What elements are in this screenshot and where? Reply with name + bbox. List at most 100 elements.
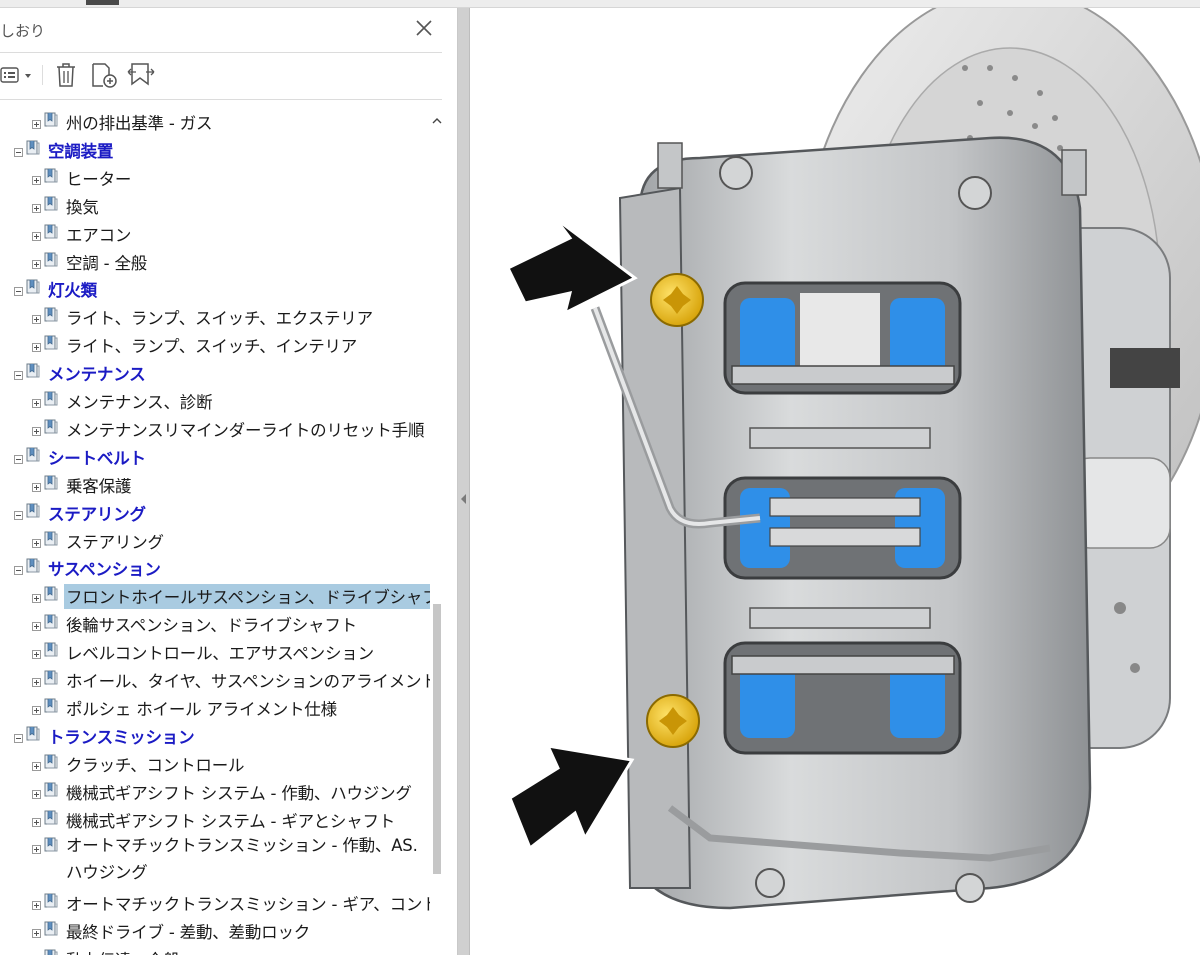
expand-toggle-icon[interactable] — [32, 421, 41, 436]
expand-toggle-icon[interactable] — [32, 700, 41, 715]
bookmark-tree: 州の排出基準 - ガス 空調装置 ヒーター 換気 エアコン空調 - 全般灯火類ライト、ラ… — [0, 107, 430, 955]
bookmark-label: オートマチックトランスミッション - 作動、AS.ハウジング — [66, 836, 418, 883]
bookmark-item[interactable]: レベルコントロール、エアサスペンション — [0, 637, 430, 663]
new-bookmark-icon[interactable] — [90, 62, 118, 88]
bookmark-icon — [44, 475, 58, 490]
bookmark-item[interactable]: 最終ドライブ - 差動、差動ロック — [0, 916, 430, 942]
bookmark-group[interactable]: 空調装置 — [0, 135, 430, 161]
bookmark-item[interactable]: 換気 — [0, 191, 430, 217]
expand-bookmark-icon[interactable] — [126, 62, 156, 88]
tree-scrollbar[interactable] — [432, 107, 442, 955]
bookmark-group[interactable]: サスペンション — [0, 553, 430, 579]
bookmarks-toolbar — [0, 53, 442, 100]
trash-icon[interactable] — [54, 62, 78, 88]
panel-splitter[interactable] — [458, 8, 470, 955]
bookmark-group[interactable]: 灯火類 — [0, 274, 430, 300]
collapse-toggle-icon[interactable] — [14, 728, 23, 743]
bookmark-item[interactable]: ライト、ランプ、スイッチ、インテリア — [0, 330, 430, 356]
expand-toggle-icon[interactable] — [32, 170, 41, 185]
arrow-lower-indicator — [508, 744, 635, 851]
bookmark-item[interactable]: 州の排出基準 - ガス — [0, 107, 430, 133]
expand-toggle-icon[interactable] — [32, 616, 41, 632]
brake-caliper-illustration — [505, 8, 1200, 910]
expand-toggle-icon[interactable] — [32, 254, 41, 269]
collapse-toggle-icon[interactable] — [14, 560, 23, 576]
expand-toggle-icon[interactable] — [32, 644, 41, 660]
mounting-bolt-upper — [650, 273, 704, 327]
bookmark-item[interactable]: ホイール、タイヤ、サスペンションのアライメント — [0, 665, 430, 691]
scrollbar-thumb[interactable] — [433, 604, 441, 874]
bookmark-icon — [44, 112, 58, 127]
expand-toggle-icon[interactable] — [32, 784, 41, 799]
collapse-toggle-icon[interactable] — [14, 142, 23, 157]
bookmark-icon — [44, 391, 58, 406]
expand-toggle-icon[interactable] — [32, 533, 41, 548]
bookmark-item[interactable]: 空調 - 全般 — [0, 247, 430, 273]
bookmark-group[interactable]: シートベルト — [0, 442, 430, 468]
collapse-toggle-icon[interactable] — [14, 365, 23, 381]
bookmark-item[interactable]: クラッチ、コントロール — [0, 749, 430, 775]
options-menu-icon[interactable] — [0, 62, 34, 88]
bookmark-item[interactable]: オートマチックトランスミッション - ギア、コントロール — [0, 888, 430, 914]
brake-pad-window-top — [723, 281, 962, 395]
bookmark-label: 空調 - 全般 — [66, 253, 148, 273]
bookmark-icon — [44, 642, 58, 657]
bookmark-item[interactable]: ライト、ランプ、スイッチ、エクステリア — [0, 302, 430, 328]
bookmark-item[interactable]: ヒーター — [0, 163, 430, 189]
bookmark-item[interactable]: メンテナンス、診断 — [0, 386, 430, 412]
bookmark-icon — [44, 335, 58, 350]
collapse-toggle-icon[interactable] — [14, 449, 23, 464]
expand-toggle-icon[interactable] — [32, 337, 41, 353]
bookmarks-panel: しおり 州の排出基準 - ガス 空調装置 ヒーター 換気 エアコン 空調 - 全… — [0, 8, 458, 955]
expand-toggle-icon[interactable] — [32, 226, 41, 241]
bookmark-icon — [44, 307, 58, 322]
bookmark-icon — [26, 503, 40, 518]
scroll-up-icon[interactable] — [432, 111, 442, 124]
bookmark-label: オートマチックトランスミッション - ギア、コントロール — [66, 895, 430, 915]
expand-toggle-icon[interactable] — [32, 895, 41, 911]
expand-toggle-icon[interactable] — [32, 477, 41, 492]
expand-toggle-icon[interactable] — [32, 839, 41, 855]
bookmark-item[interactable]: メンテナンスリマインダーライトのリセット手順 — [0, 414, 430, 440]
bookmark-label: 灯火類 — [48, 281, 97, 301]
bookmark-item[interactable]: フロントホイールサスペンション、ドライブシャフト — [0, 581, 430, 610]
collapse-toggle-icon[interactable] — [14, 281, 23, 297]
expand-toggle-icon[interactable] — [32, 588, 41, 604]
bookmark-group[interactable]: トランスミッション — [0, 721, 430, 747]
expand-toggle-icon[interactable] — [32, 951, 41, 955]
expand-toggle-icon[interactable] — [32, 393, 41, 408]
bookmark-label: メンテナンス、診断 — [66, 393, 213, 412]
expand-toggle-icon[interactable] — [32, 114, 41, 129]
bookmark-item[interactable]: 機械式ギアシフト システム - ギアとシャフト — [0, 805, 430, 831]
brake-pad-window-middle — [723, 476, 962, 580]
collapse-left-icon[interactable] — [460, 490, 467, 504]
bookmark-label: クラッチ、コントロール — [66, 755, 245, 775]
bookmark-label: フロントホイールサスペンション、ドライブシャフト — [64, 584, 430, 610]
expand-toggle-icon[interactable] — [32, 672, 41, 687]
document-viewer — [470, 8, 1200, 955]
bookmark-item[interactable]: 後輪サスペンション、ドライブシャフト — [0, 609, 430, 635]
expand-toggle-icon[interactable] — [32, 756, 41, 771]
expand-toggle-icon[interactable] — [32, 923, 41, 939]
bookmark-item[interactable]: ポルシェ ホイール アライメント仕様 — [0, 693, 430, 719]
expand-toggle-icon[interactable] — [32, 309, 41, 325]
bookmark-item[interactable]: 動力伝達 - 全般 — [0, 944, 430, 955]
bookmark-icon — [44, 921, 58, 936]
bookmark-item[interactable]: オートマチックトランスミッション - 作動、AS.ハウジング — [0, 832, 430, 884]
close-icon[interactable] — [410, 14, 438, 42]
expand-toggle-icon[interactable] — [32, 198, 41, 213]
bookmark-group[interactable]: メンテナンス — [0, 358, 430, 384]
bookmark-label: 最終ドライブ - 差動、差動ロック — [66, 923, 311, 943]
expand-toggle-icon[interactable] — [32, 812, 41, 827]
bookmark-group[interactable]: ステアリング — [0, 498, 430, 524]
bookmark-icon — [44, 837, 58, 852]
bookmark-item[interactable]: ステアリング — [0, 526, 430, 552]
bookmark-icon — [44, 252, 58, 267]
bookmark-label: ライト、ランプ、スイッチ、エクステリア — [66, 309, 373, 329]
bookmark-icon — [44, 614, 58, 629]
collapse-toggle-icon[interactable] — [14, 505, 23, 520]
bookmark-label: 動力伝達 - 全般 — [66, 947, 180, 955]
bookmark-item[interactable]: 乗客保護 — [0, 470, 430, 496]
bookmark-item[interactable]: 機械式ギアシフト システム - 作動、ハウジング — [0, 777, 430, 803]
bookmark-item[interactable]: エアコン — [0, 219, 430, 245]
